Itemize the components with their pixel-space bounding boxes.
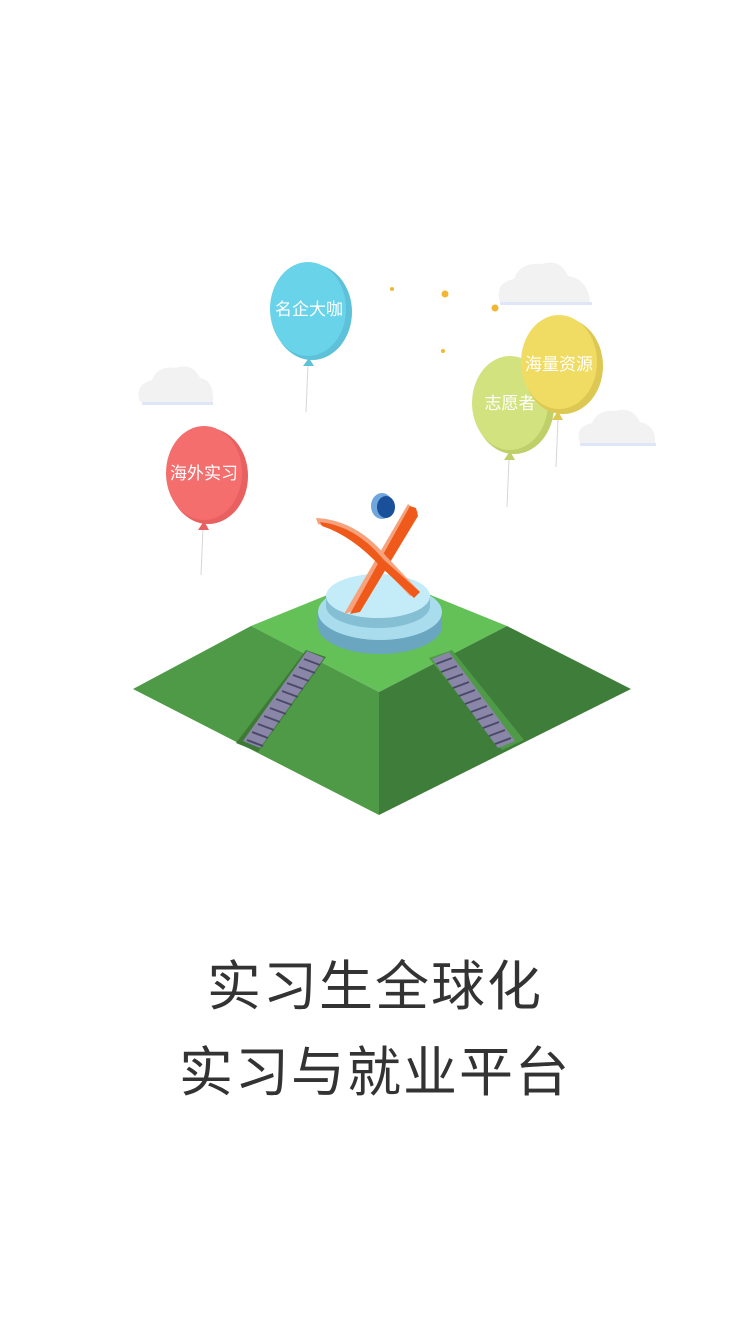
cloud-icon xyxy=(498,262,592,305)
balloon-overseas-internship: 海外实习 xyxy=(166,426,248,576)
balloon-label-famous-companies: 名企大咖 xyxy=(275,300,343,320)
tagline-line-1: 实习生全球化 xyxy=(207,955,543,1018)
tagline-line-2: 实习与就业平台 xyxy=(179,1041,571,1104)
cloud-icon xyxy=(138,366,214,405)
grass-platform xyxy=(133,493,631,815)
hero-illustration: 名企大咖 海外实习 志愿者 海量资源 xyxy=(133,262,656,815)
balloon-label-volunteer: 志愿者 xyxy=(485,394,536,414)
sparkle-dot xyxy=(491,304,499,312)
sparkle-dot xyxy=(441,290,449,298)
sparkle-dot xyxy=(441,349,445,353)
pedestal xyxy=(318,574,442,654)
cloud-icon xyxy=(578,409,656,446)
balloon-famous-companies: 名企大咖 xyxy=(270,262,352,413)
balloon-label-overseas-internship: 海外实习 xyxy=(170,464,238,484)
balloon-label-massive-resources: 海量资源 xyxy=(525,355,593,375)
splash-screen: 名企大咖 海外实习 志愿者 海量资源 实习生全球化 实习与就业平台 xyxy=(0,0,750,1334)
sparkle-dot xyxy=(390,287,394,291)
